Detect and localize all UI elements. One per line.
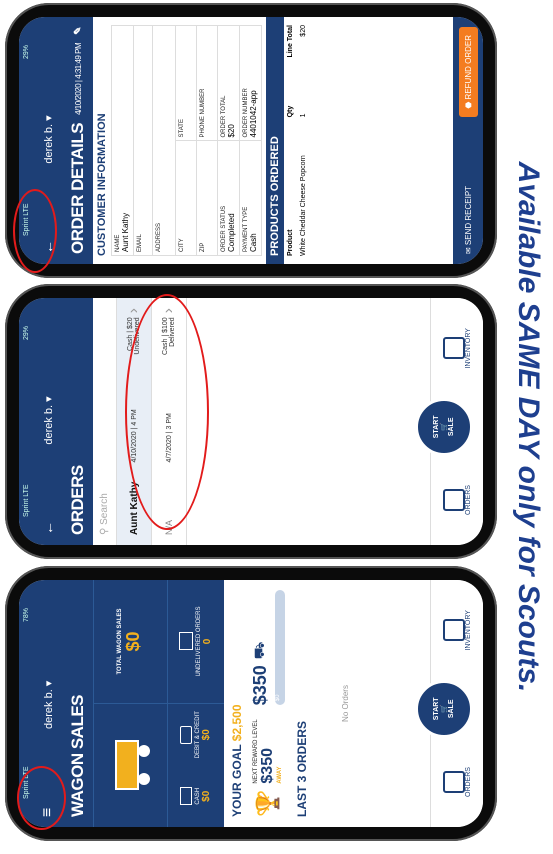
orders-highlight-circle <box>17 766 66 830</box>
wagon-prize-icon: ⛟ <box>251 641 267 660</box>
orders-icon <box>442 489 465 512</box>
back-arrow-icon[interactable]: ← <box>40 521 56 535</box>
app-header: ← derek b. ▾ <box>33 298 63 545</box>
goal-progress-bar: $0 <box>275 590 285 706</box>
last-orders-title: LAST 3 ORDERS <box>295 720 309 817</box>
order-highlight-circle <box>125 294 209 530</box>
refund-icon: ⬣ <box>463 101 473 109</box>
cash-tile: CASH $0 <box>168 766 224 828</box>
phone-orders: Sprint LTE 29% ← derek b. ▾ ORDERS ⚲ Sear… <box>5 284 497 559</box>
inventory-icon <box>442 337 465 360</box>
customer-info-title: CUSTOMER INFORMATION <box>96 113 108 256</box>
screen-wagon-sales: Sprint LTE 78% ≡ derek b. ▾ WAGON SALES C… <box>19 580 483 827</box>
nav-inventory[interactable]: INVENTORY <box>442 610 472 651</box>
refund-order-button[interactable]: ⬣ REFUND ORDER <box>458 27 478 117</box>
products-header: Product Qty Line Total <box>287 25 294 256</box>
search-icon: ⚲ <box>99 527 110 535</box>
phone-wagon-sales: Sprint LTE 78% ≡ derek b. ▾ WAGON SALES C… <box>5 566 497 841</box>
mail-icon: ✉ <box>463 247 473 254</box>
chevron-right-icon: › <box>125 307 142 314</box>
page-title: ORDERS <box>63 298 93 545</box>
wagon-icon <box>94 704 167 827</box>
banner-text: Available SAME DAY only for Scouts. <box>511 161 545 693</box>
nav-orders[interactable]: ORDERS <box>442 485 472 515</box>
screen-orders: Sprint LTE 29% ← derek b. ▾ ORDERS ⚲ Sear… <box>19 298 483 545</box>
bottom-nav: ORDERS START 🛒 SALE INVENTORY <box>415 580 483 827</box>
total-value: $0 <box>123 631 143 652</box>
send-receipt-button[interactable]: ✉ SEND RECEIPT <box>464 186 473 254</box>
cash-value: $0 <box>201 790 212 802</box>
orders-icon <box>442 771 465 794</box>
page-title: WAGON SALES <box>63 580 93 827</box>
goal-section: YOUR GOAL $2,500 🏆 NEXT REWARD LEVEL $35… <box>224 580 291 827</box>
phone-order-details: Sprint LTE 29% ← derek b. ▾ ORDER DETAILS… <box>5 3 497 278</box>
undelivered-value: 0 <box>202 638 213 645</box>
sales-summary: CASH $0 DEBIT & CREDIT $0 TOTAL WAGON SA… <box>93 580 224 827</box>
user-menu[interactable]: derek b. ▾ <box>42 681 55 729</box>
cash-icon <box>180 787 192 806</box>
screen-order-details: Sprint LTE 29% ← derek b. ▾ ORDER DETAILS… <box>19 17 483 264</box>
start-sale-button[interactable]: START 🛒 SALE <box>415 397 473 456</box>
cart-icon: 🛒 <box>441 704 448 714</box>
inventory-icon <box>442 619 465 642</box>
debit-value: $0 <box>201 729 212 741</box>
debit-tile: DEBIT & CREDIT $0 <box>168 704 224 766</box>
edit-icon[interactable]: ✎ <box>73 27 84 35</box>
package-icon <box>179 632 193 651</box>
customer-name: Aunt Kathy <box>121 212 130 252</box>
customer-info-grid: NAME Aunt Kathy EMAIL ADDRESS CITY STATE … <box>111 25 262 256</box>
refund-highlight-circle <box>13 189 57 273</box>
action-bar: ✉ SEND RECEIPT ⬣ REFUND ORDER <box>453 17 483 264</box>
trophy-icon: 🏆 <box>254 789 280 817</box>
nav-orders[interactable]: ORDERS <box>442 767 472 797</box>
nav-inventory[interactable]: INVENTORY <box>442 328 472 369</box>
no-orders-text: No Orders <box>341 685 350 722</box>
order-datetime: 4/10/2020 | 4:31:49 PM <box>73 42 83 115</box>
page-title-bar: ORDER DETAILS 4/10/2020 | 4:31:49 PM ✎ <box>63 17 93 264</box>
undelivered-tile[interactable]: UNDELIVERED ORDERS 0 <box>167 580 224 703</box>
page-title: ORDER DETAILS <box>68 122 87 254</box>
banner: Available SAME DAY only for Scouts. <box>502 0 553 854</box>
cart-icon: 🛒 <box>441 422 448 432</box>
bottom-nav: ORDERS START 🛒 SALE INVENTORY <box>415 298 483 545</box>
product-row: White Cheddar Cheese Popcorn 1 $20 <box>300 25 307 256</box>
search-bar[interactable]: ⚲ Search <box>93 298 117 545</box>
start-sale-button[interactable]: START 🛒 SALE <box>415 679 473 738</box>
products-title: PRODUCTS ORDERED <box>266 17 284 264</box>
user-menu[interactable]: derek b. ▾ <box>42 115 55 163</box>
status-bar: Sprint LTE 29% <box>19 298 33 545</box>
card-icon <box>180 725 192 744</box>
total-tile: TOTAL WAGON SALES $0 <box>117 608 143 675</box>
user-menu[interactable]: derek b. ▾ <box>42 396 55 444</box>
